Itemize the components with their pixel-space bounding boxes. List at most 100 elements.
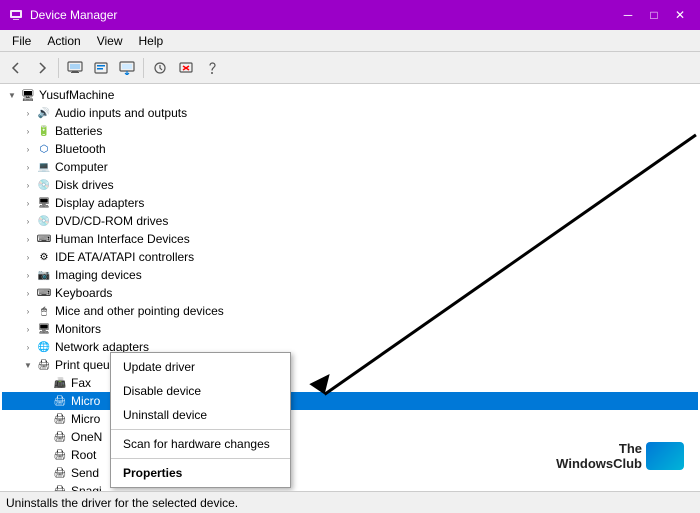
menu-view[interactable]: View bbox=[89, 32, 131, 50]
ide-expand-icon: › bbox=[20, 249, 36, 265]
fax-expand-icon bbox=[36, 375, 52, 391]
tree-item-fax[interactable]: Fax bbox=[2, 374, 698, 392]
imaging-expand-icon: › bbox=[20, 267, 36, 283]
micro2-label: Micro bbox=[71, 412, 100, 426]
keyboards-expand-icon: › bbox=[20, 285, 36, 301]
dvd-label: DVD/CD-ROM drives bbox=[55, 214, 168, 228]
root-icon bbox=[20, 87, 36, 103]
root-label: YusufMachine bbox=[39, 88, 114, 102]
tree-item-keyboards[interactable]: › Keyboards bbox=[2, 284, 698, 302]
maximize-button[interactable]: □ bbox=[642, 5, 666, 25]
snagi-label: Snagi bbox=[71, 484, 102, 491]
menu-file[interactable]: File bbox=[4, 32, 39, 50]
tree-item-mice[interactable]: › Mice and other pointing devices bbox=[2, 302, 698, 320]
ctx-disable-device[interactable]: Disable device bbox=[111, 379, 290, 403]
ide-icon bbox=[36, 249, 52, 265]
window-title: Device Manager bbox=[30, 8, 616, 22]
tree-item-imaging[interactable]: › Imaging devices bbox=[2, 266, 698, 284]
tree-item-computer[interactable]: › Computer bbox=[2, 158, 698, 176]
device-tree[interactable]: ▼ YusufMachine › Audio inputs and output… bbox=[0, 84, 700, 491]
scan-hardware-button[interactable] bbox=[148, 56, 172, 80]
root-expand-icon: ▼ bbox=[4, 87, 20, 103]
micro2-expand-icon bbox=[36, 411, 52, 427]
tree-item-micro1[interactable]: Micro bbox=[2, 392, 698, 410]
network-expand-icon: › bbox=[20, 339, 36, 355]
tree-item-disk[interactable]: › Disk drives bbox=[2, 176, 698, 194]
ctx-properties[interactable]: Properties bbox=[111, 461, 290, 485]
ctx-uninstall-device[interactable]: Uninstall device bbox=[111, 403, 290, 427]
keyboards-icon bbox=[36, 285, 52, 301]
minimize-button[interactable]: ─ bbox=[616, 5, 640, 25]
root2-icon bbox=[52, 447, 68, 463]
display-label: Display adapters bbox=[55, 196, 144, 210]
audio-icon bbox=[36, 105, 52, 121]
tree-item-hid[interactable]: › Human Interface Devices bbox=[2, 230, 698, 248]
properties-toolbar-button[interactable] bbox=[89, 56, 113, 80]
tree-item-printq[interactable]: ▼ Print queues bbox=[2, 356, 698, 374]
dvd-icon bbox=[36, 213, 52, 229]
tree-item-micro2[interactable]: Micro bbox=[2, 410, 698, 428]
menu-help[interactable]: Help bbox=[131, 32, 172, 50]
tree-item-ide[interactable]: › IDE ATA/ATAPI controllers bbox=[2, 248, 698, 266]
toolbar-sep-2 bbox=[143, 58, 144, 78]
tree-item-display[interactable]: › Display adapters bbox=[2, 194, 698, 212]
root2-expand-icon bbox=[36, 447, 52, 463]
main-container: ▼ YusufMachine › Audio inputs and output… bbox=[0, 84, 700, 491]
ctx-scan-hardware[interactable]: Scan for hardware changes bbox=[111, 432, 290, 456]
bluetooth-expand-icon: › bbox=[20, 141, 36, 157]
micro1-expand-icon bbox=[36, 393, 52, 409]
context-menu: Update driver Disable device Uninstall d… bbox=[110, 352, 291, 488]
tree-item-audio[interactable]: › Audio inputs and outputs bbox=[2, 104, 698, 122]
bluetooth-label: Bluetooth bbox=[55, 142, 106, 156]
network-icon bbox=[36, 339, 52, 355]
tree-item-batteries[interactable]: › Batteries bbox=[2, 122, 698, 140]
toolbar-sep-1 bbox=[58, 58, 59, 78]
printq-expand-icon: ▼ bbox=[20, 357, 36, 373]
title-bar: Device Manager ─ □ ✕ bbox=[0, 0, 700, 30]
close-button[interactable]: ✕ bbox=[668, 5, 692, 25]
computer-expand-icon: › bbox=[20, 159, 36, 175]
hid-expand-icon: › bbox=[20, 231, 36, 247]
tree-root[interactable]: ▼ YusufMachine bbox=[2, 86, 698, 104]
ide-label: IDE ATA/ATAPI controllers bbox=[55, 250, 194, 264]
ctx-update-driver[interactable]: Update driver bbox=[111, 355, 290, 379]
monitors-label: Monitors bbox=[55, 322, 101, 336]
help-button[interactable] bbox=[200, 56, 224, 80]
update-driver-button[interactable] bbox=[115, 56, 139, 80]
tree-item-dvd[interactable]: › DVD/CD-ROM drives bbox=[2, 212, 698, 230]
tree-item-send[interactable]: Send bbox=[2, 464, 698, 482]
forward-button[interactable] bbox=[30, 56, 54, 80]
toolbar bbox=[0, 52, 700, 84]
onem-label: OneN bbox=[71, 430, 102, 444]
audio-expand-icon: › bbox=[20, 105, 36, 121]
send-expand-icon bbox=[36, 465, 52, 481]
display-icon bbox=[36, 195, 52, 211]
tree-item-root[interactable]: Root bbox=[2, 446, 698, 464]
tree-item-bluetooth[interactable]: › Bluetooth bbox=[2, 140, 698, 158]
tree-item-monitors[interactable]: › Monitors bbox=[2, 320, 698, 338]
back-button[interactable] bbox=[4, 56, 28, 80]
tree-item-snagi[interactable]: Snagi bbox=[2, 482, 698, 491]
tree-item-onem[interactable]: OneN bbox=[2, 428, 698, 446]
printq-icon bbox=[36, 357, 52, 373]
imaging-label: Imaging devices bbox=[55, 268, 142, 282]
send-icon bbox=[52, 465, 68, 481]
snagi-expand-icon bbox=[36, 483, 52, 491]
disk-expand-icon: › bbox=[20, 177, 36, 193]
snagi-icon bbox=[52, 483, 68, 491]
mice-icon bbox=[36, 303, 52, 319]
onem-icon bbox=[52, 429, 68, 445]
fax-label: Fax bbox=[71, 376, 91, 390]
disk-icon bbox=[36, 177, 52, 193]
status-bar: Uninstalls the driver for the selected d… bbox=[0, 491, 700, 513]
bluetooth-icon bbox=[36, 141, 52, 157]
computer-button[interactable] bbox=[63, 56, 87, 80]
keyboards-label: Keyboards bbox=[55, 286, 112, 300]
remove-device-button[interactable] bbox=[174, 56, 198, 80]
micro2-icon bbox=[52, 411, 68, 427]
menu-action[interactable]: Action bbox=[39, 32, 88, 50]
micro1-icon bbox=[52, 393, 68, 409]
tree-item-network[interactable]: › Network adapters bbox=[2, 338, 698, 356]
monitors-expand-icon: › bbox=[20, 321, 36, 337]
batteries-expand-icon: › bbox=[20, 123, 36, 139]
